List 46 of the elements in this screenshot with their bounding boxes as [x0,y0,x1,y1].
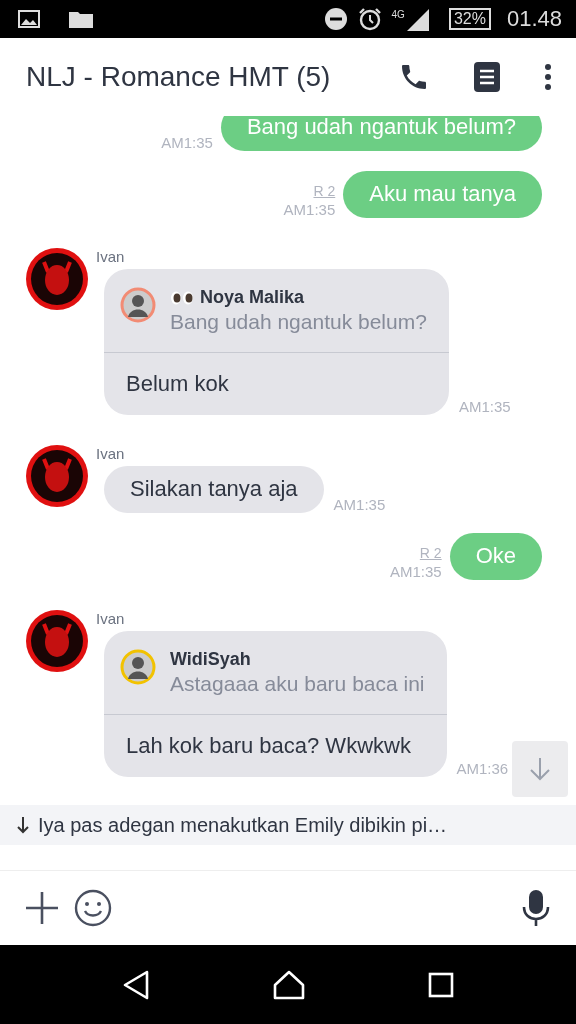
read-count: R 2 [313,183,336,199]
down-arrow-icon [527,756,553,782]
recent-apps-icon[interactable] [428,971,455,998]
quoted-message[interactable]: Noya Malika Bang udah ngantuk belum? [104,269,449,353]
message-text: Lah kok baru baca? Wkwkwk [125,732,412,760]
avatar[interactable] [26,248,88,310]
back-icon[interactable] [121,969,150,1000]
message-time: AM1:36 [456,760,509,777]
new-message-banner[interactable]: Iya pas adegan menakutkan Emily dibikin pi… [0,805,576,845]
message-text: Belum kok [125,370,230,398]
message-bubble: Aku mau tanya [343,171,542,218]
message-time: AM1:35 [283,201,336,218]
plus-icon[interactable] [24,890,60,926]
quoted-sender: WidiSyah [170,649,251,670]
down-arrow-icon [16,816,30,834]
quoted-message[interactable]: WidiSyah Astagaaa aku baru baca ini [104,631,447,715]
message-time: AM1:35 [161,134,213,151]
avatar[interactable] [26,610,88,672]
sender-name: Ivan [96,248,126,265]
home-icon[interactable] [273,969,305,1000]
network-type: 4G [391,9,405,20]
avatar[interactable] [26,445,88,507]
chat-title: NLJ - Romance HMT (5) [26,61,331,93]
sender-name: Ivan [96,445,126,462]
message-bubble: Silakan tanya aja [104,466,324,513]
folder-icon [68,9,94,29]
quoted-sender: Noya Malika [200,287,305,308]
message-time: AM1:35 [389,563,442,580]
clock: 01.48 [506,6,562,32]
do-not-disturb-icon [323,7,348,31]
emoji-icon[interactable] [74,889,112,927]
banner-text: Iya pas adegan menakutkan Emily dibikin pi… [38,813,448,837]
quoted-text: Astagaaa aku baru baca ini [170,672,425,696]
alarm-icon [357,7,382,31]
battery-level: 32% [448,8,491,30]
notes-icon[interactable] [474,62,500,92]
message-time: AM1:35 [458,398,511,415]
sender-name: Ivan [96,610,126,627]
message-bubble: Oke [449,533,542,580]
quoted-text: Bang udah ngantuk belum? [170,310,427,334]
more-options-icon[interactable] [544,63,552,91]
message-bubble: Bang udah ngantuk belum? [220,116,542,151]
image-icon [18,10,40,28]
message-time: AM1:35 [333,496,386,513]
read-count: R 2 [419,545,442,561]
microphone-icon[interactable] [522,889,550,927]
